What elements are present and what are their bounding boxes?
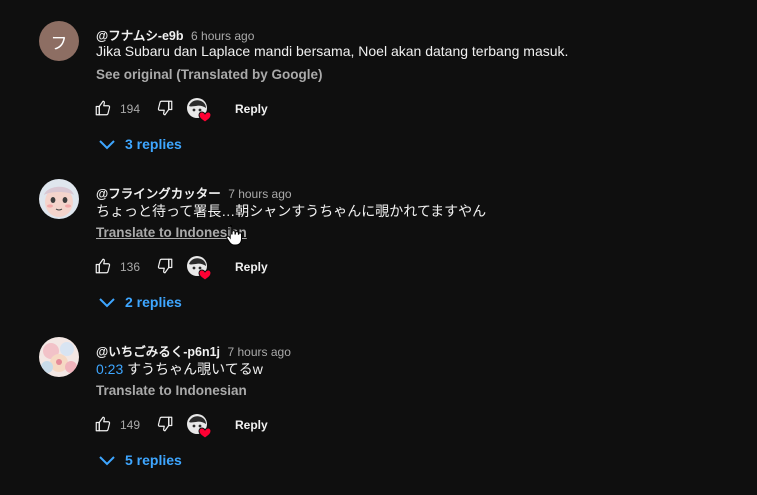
comment-time[interactable]: 6 hours ago [191, 29, 254, 43]
comment-text-body: すうちゃん覗いてるw [123, 361, 263, 377]
comment-text: ちょっと待って署長…朝シャンすうちゃんに覗かれてますやん [96, 201, 486, 221]
comment-text: Jika Subaru dan Laplace mandi bersama, N… [96, 43, 568, 59]
replies-count-label: 2 replies [125, 294, 182, 310]
translate-link[interactable]: Translate to Indonesian [96, 225, 247, 240]
comment-time[interactable]: 7 hours ago [228, 187, 291, 201]
creator-heart-icon [187, 98, 212, 123]
chevron-down-icon [99, 456, 115, 466]
creator-heart-icon [187, 414, 212, 439]
replies-count-label: 3 replies [125, 136, 182, 152]
comment-header: @フライングカッター 7 hours ago [96, 183, 292, 202]
author-name[interactable]: @フライングカッター [96, 187, 221, 201]
comment-toolbar: 194 Reply [94, 97, 494, 123]
avatar-image [39, 337, 79, 377]
comment-text-body: ちょっと待って署長…朝シャンすうちゃんに覗かれてますやん [96, 203, 487, 219]
translate-link[interactable]: Translate to Indonesian [96, 383, 247, 398]
dislike-icon[interactable] [156, 257, 174, 275]
comment-toolbar: 136 Reply [94, 255, 494, 281]
creator-heart-icon [187, 256, 212, 281]
comment-header: @フナムシ-e9b 6 hours ago [96, 25, 254, 44]
like-icon[interactable] [94, 99, 112, 117]
like-icon[interactable] [94, 257, 112, 275]
dislike-icon[interactable] [156, 99, 174, 117]
like-count: 194 [120, 102, 141, 116]
dislike-icon[interactable] [156, 415, 174, 433]
like-icon[interactable] [94, 415, 112, 433]
reply-button[interactable]: Reply [235, 102, 268, 116]
replies-count-label: 5 replies [125, 452, 182, 468]
comment-thread: フ @フナムシ-e9b 6 hours ago Jika Subaru dan … [0, 21, 757, 179]
comment-time[interactable]: 7 hours ago [227, 345, 290, 359]
reply-button[interactable]: Reply [235, 418, 268, 432]
comment-thread: @フライングカッター 7 hours ago ちょっと待って署長…朝シャンすうち… [0, 179, 757, 337]
comment-thread: @いちごみるく-p6n1j 7 hours ago 0:23 すうちゃん覗いてる… [0, 337, 757, 495]
see-original-link[interactable]: See original (Translated by Google) [96, 67, 323, 82]
author-name[interactable]: @いちごみるく-p6n1j [96, 345, 220, 359]
video-timestamp-link[interactable]: 0:23 [96, 361, 123, 377]
avatar-image [39, 179, 79, 219]
avatar[interactable] [39, 337, 79, 377]
like-count: 149 [120, 418, 141, 432]
author-name[interactable]: @フナムシ-e9b [96, 29, 184, 43]
chevron-down-icon [99, 298, 115, 308]
avatar[interactable]: フ [39, 21, 79, 61]
reply-button[interactable]: Reply [235, 260, 268, 274]
like-count: 136 [120, 260, 141, 274]
comment-text: 0:23 すうちゃん覗いてるw [96, 359, 263, 379]
chevron-down-icon [99, 140, 115, 150]
comment-text-body: Jika Subaru dan Laplace mandi bersama, N… [96, 43, 569, 59]
comment-header: @いちごみるく-p6n1j 7 hours ago [96, 341, 291, 360]
hand-cursor-icon [226, 225, 242, 246]
avatar[interactable] [39, 179, 79, 219]
comment-toolbar: 149 Reply [94, 413, 494, 439]
avatar-letter: フ [50, 33, 68, 53]
